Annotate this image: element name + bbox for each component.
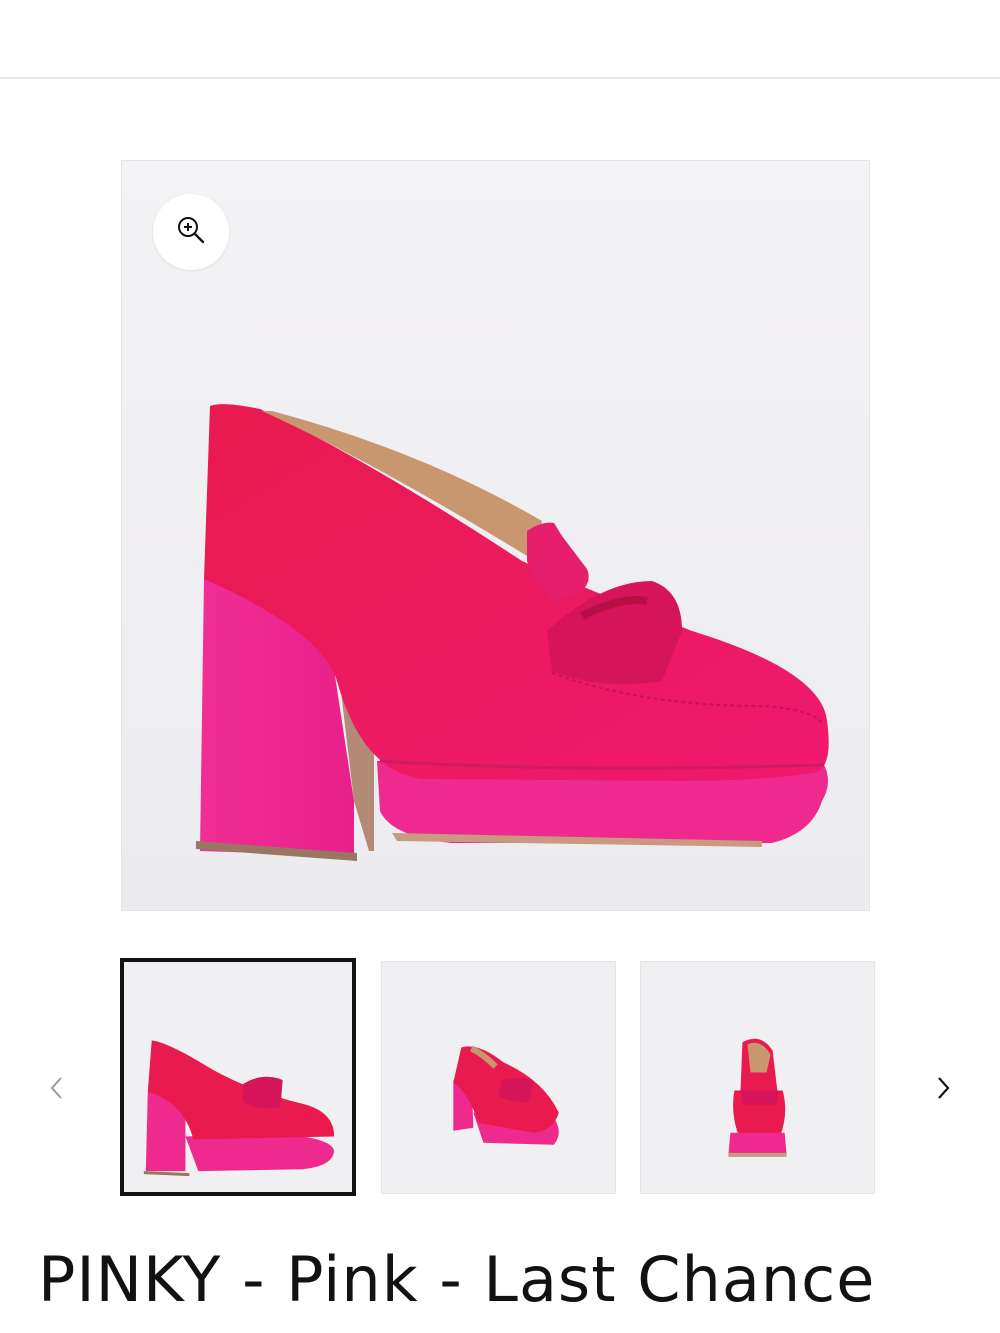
zoom-button[interactable]: [153, 194, 229, 270]
product-title: PINKY - Pink - Last Chance: [38, 1243, 876, 1316]
thumbnail-2[interactable]: [381, 961, 616, 1194]
thumbnail-angle-shoe: [383, 962, 614, 1193]
chevron-right-icon: [936, 1075, 952, 1105]
main-shoe-illustration: [122, 161, 869, 910]
thumbnail-side-shoe: [124, 963, 352, 1191]
slider-next-button[interactable]: [924, 1070, 964, 1110]
product-main-image[interactable]: [121, 160, 870, 911]
thumbnail-1[interactable]: [120, 958, 356, 1196]
zoom-in-icon: [176, 215, 206, 249]
thumbnail-front-shoe: [642, 962, 873, 1193]
thumbnail-3[interactable]: [640, 961, 875, 1194]
thumbnail-slider: [0, 958, 1000, 1198]
site-header: [0, 0, 1000, 79]
